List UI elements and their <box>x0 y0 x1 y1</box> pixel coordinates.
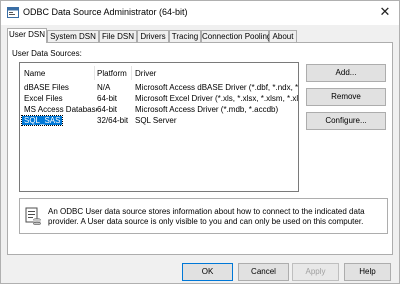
close-icon[interactable]: ✕ <box>377 4 393 20</box>
column-header-name[interactable]: Name <box>24 69 45 78</box>
odbc-app-icon <box>7 7 19 18</box>
tab-about[interactable]: About <box>269 30 297 42</box>
tab-strip: User DSN System DSN File DSN Drivers Tra… <box>7 28 395 43</box>
row-name: SQL_SAS <box>20 115 64 126</box>
tab-user-dsn[interactable]: User DSN <box>7 28 47 43</box>
data-source-list[interactable]: Name Platform Driver dBASE Files N/A Mic… <box>19 62 299 192</box>
row-driver: Microsoft Access Driver (*.mdb, *.accdb) <box>135 105 279 114</box>
list-row[interactable]: Excel Files 64-bit Microsoft Excel Drive… <box>20 94 298 104</box>
column-divider <box>131 66 132 80</box>
tab-connection-pooling[interactable]: Connection Pooling <box>201 30 271 42</box>
help-button[interactable]: Help <box>344 263 391 281</box>
row-platform: N/A <box>97 83 111 92</box>
tab-tracing[interactable]: Tracing <box>169 30 201 42</box>
apply-button[interactable]: Apply <box>292 263 339 281</box>
tab-drivers[interactable]: Drivers <box>137 30 169 42</box>
remove-button[interactable]: Remove <box>306 88 386 106</box>
add-button[interactable]: Add... <box>306 64 386 82</box>
list-row[interactable]: dBASE Files N/A Microsoft Access dBASE D… <box>20 83 298 93</box>
configure-button[interactable]: Configure... <box>306 112 386 130</box>
row-name: MS Access Database <box>24 105 97 114</box>
row-platform: 64-bit <box>97 94 118 103</box>
column-header-driver[interactable]: Driver <box>135 69 156 78</box>
column-divider <box>94 66 95 80</box>
tab-system-dsn[interactable]: System DSN <box>47 30 99 42</box>
user-data-sources-label: User Data Sources: <box>12 49 82 58</box>
row-name: Excel Files <box>24 94 63 103</box>
column-header-platform[interactable]: Platform <box>97 69 127 78</box>
selected-name: SQL_SAS <box>20 115 64 126</box>
row-platform: 64-bit <box>97 105 118 114</box>
row-driver: Microsoft Excel Driver (*.xls, *.xlsx, *… <box>135 94 298 103</box>
list-row[interactable]: MS Access Database 64-bit Microsoft Acce… <box>20 105 298 115</box>
info-text: An ODBC User data source stores informat… <box>48 207 365 226</box>
row-name: dBASE Files <box>24 83 69 92</box>
row-driver: Microsoft Access dBASE Driver (*.dbf, *.… <box>135 83 298 92</box>
ok-button[interactable]: OK <box>182 263 233 281</box>
tab-file-dsn[interactable]: File DSN <box>99 30 137 42</box>
database-info-icon <box>25 207 41 225</box>
cancel-button[interactable]: Cancel <box>238 263 289 281</box>
window-title: ODBC Data Source Administrator (64-bit) <box>23 7 188 17</box>
row-driver: SQL Server <box>135 116 177 125</box>
list-row-selected[interactable]: SQL_SAS 32/64-bit SQL Server <box>20 115 298 126</box>
info-box: An ODBC User data source stores informat… <box>19 198 388 234</box>
row-platform: 32/64-bit <box>97 116 129 125</box>
title-bar: ODBC Data Source Administrator (64-bit) … <box>1 1 399 25</box>
odbc-admin-window: ODBC Data Source Administrator (64-bit) … <box>0 0 400 284</box>
